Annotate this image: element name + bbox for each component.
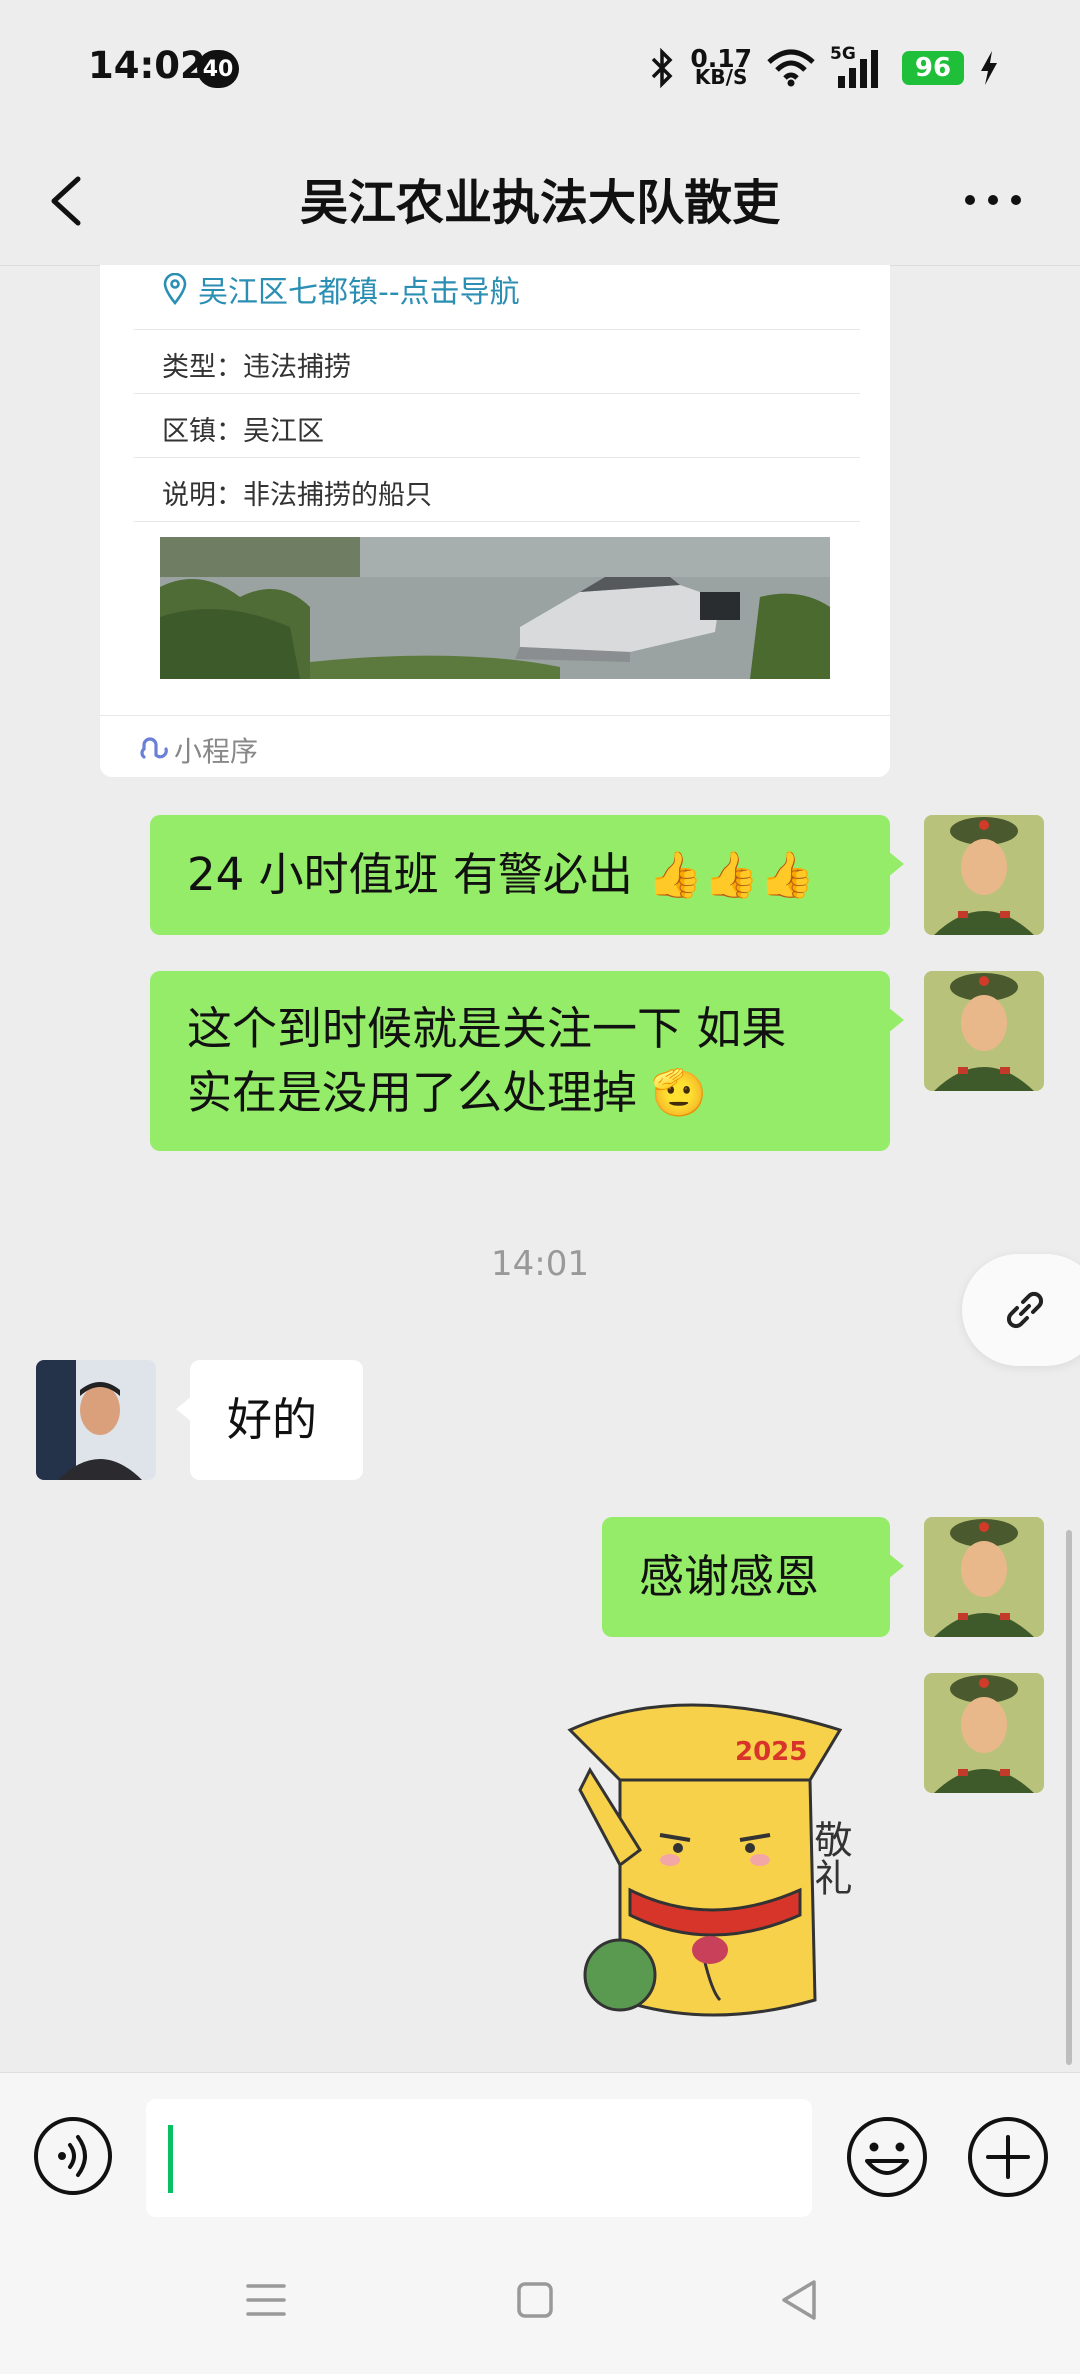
district-row: 区镇：吴江区 [162,416,324,447]
battery-indicator: 96 [902,51,964,85]
system-nav-bar [0,2222,1080,2374]
my-avatar[interactable] [924,971,1044,1091]
charging-icon [981,51,997,85]
status-bar: 14:02 40 0.17 KB/S 5G 96 [0,0,1080,135]
message-text: 感谢感恩 [639,1550,820,1603]
chat-header: 吴江农业执法大队散吏 [0,135,1080,266]
my-avatar[interactable] [924,1673,1044,1793]
my-avatar[interactable] [924,815,1044,935]
input-bar [0,2072,1080,2223]
chat-title: 吴江农业执法大队散吏 [299,175,780,231]
message-text-line-1: 这个到时候就是关注一下 如果 [187,1002,787,1055]
message-input[interactable] [146,2099,812,2217]
my-avatar[interactable] [924,1517,1044,1637]
message-bubble-other[interactable]: 好的 [176,1360,363,1480]
status-icons: 0.17 KB/S 5G 96 [648,44,1000,92]
message-bubble-mine[interactable]: 感谢感恩 [602,1517,904,1637]
link-float-button[interactable] [962,1254,1080,1366]
mini-program-card[interactable]: 吴江区七都镇--点击导航 类型：违法捕捞 区镇：吴江区 说明：非法捕捞的船只 小… [100,265,890,777]
bluetooth-icon [652,48,673,88]
divider [134,329,860,330]
message-text: 24 小时值班 有警必出 👍👍👍 [187,848,816,901]
location-pin-icon [163,273,187,305]
mini-program-icon [140,737,168,759]
emoji-icon[interactable] [845,2115,929,2199]
back-nav-icon[interactable] [770,2270,830,2330]
location-link[interactable]: 吴江区七都镇--点击导航 [198,267,520,311]
sticker-caption: 敬礼 [808,1820,852,1896]
message-text-line-2: 实在是没用了么处理掉 🫡 [187,1066,708,1119]
wifi-icon [767,49,815,87]
more-options-icon[interactable] [958,175,1028,225]
contact-avatar[interactable] [36,1360,156,1480]
cellular-signal-icon: 5G [830,44,888,90]
plus-icon[interactable] [966,2115,1050,2199]
divider [134,393,860,394]
status-time: 14:02 [88,44,206,87]
voice-input-icon[interactable] [32,2115,114,2197]
location-row[interactable]: 吴江区七都镇--点击导航 [162,265,520,313]
message-text: 好的 [227,1393,318,1446]
sticker-year: 2025 [735,1737,807,1767]
type-row: 类型：违法捕捞 [162,352,351,383]
divider [134,521,860,522]
boat-photo[interactable] [160,537,830,679]
divider [134,457,860,458]
network-speed: 0.17 KB/S [690,44,752,89]
message-bubble-mine[interactable]: 24 小时值班 有警必出 👍👍👍 [150,815,904,935]
link-icon [1006,1291,1044,1329]
mini-program-footer: 小程序 [100,715,890,778]
home-icon[interactable] [505,2270,565,2330]
salute-sticker[interactable]: 2025 敬礼 [560,1690,880,2035]
description-row: 说明：非法捕捞的船只 [162,480,432,511]
message-bubble-mine[interactable]: 这个到时候就是关注一下 如果 实在是没用了么处理掉 🫡 [150,971,904,1151]
text-cursor [168,2125,173,2193]
notification-count-badge: 40 [197,50,239,88]
menu-icon[interactable] [236,2270,296,2330]
chat-scrollbar[interactable] [1066,1530,1072,2065]
message-timestamp: 14:01 [491,1244,589,1284]
mini-program-label: 小程序 [174,735,259,768]
